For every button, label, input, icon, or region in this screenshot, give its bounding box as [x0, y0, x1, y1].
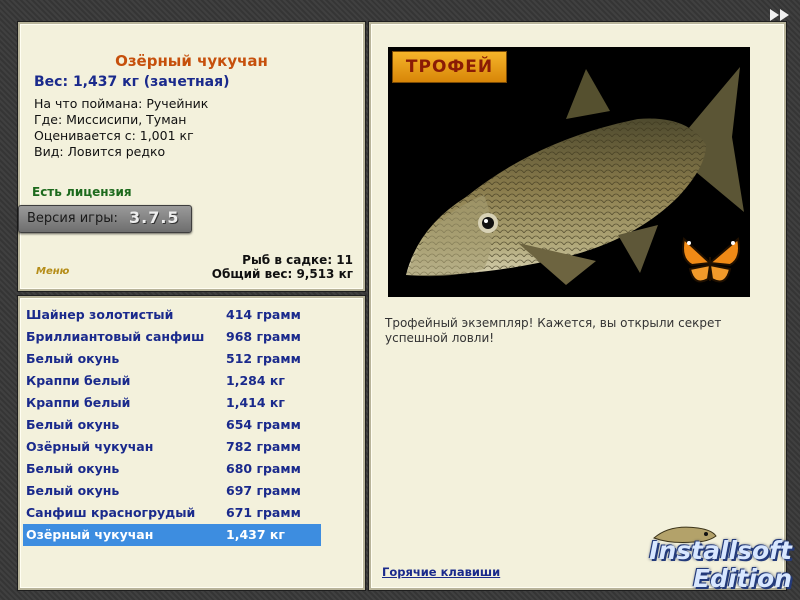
installsoft-logo: Installsoft Edition [628, 520, 800, 600]
list-item-selected[interactable]: Озёрный чукучан 1,437 кг [23, 524, 321, 546]
catch-weight: 680 грамм [226, 461, 301, 476]
list-item[interactable]: Шайнер золотистый 414 грамм [23, 304, 321, 326]
catch-name: Бриллиантовый санфиш [26, 329, 205, 344]
catch-name: Белый окунь [26, 351, 120, 366]
detail-location: Где: Миссисипи, Туман [34, 112, 187, 127]
fish-photo: ТРОФЕЙ [388, 47, 750, 297]
catch-name: Белый окунь [26, 483, 120, 498]
total-weight: Общий вес: 9,513 кг [211, 267, 353, 281]
version-badge: Версия игры: 3.7.5 [18, 205, 192, 233]
catch-list-panel: Шайнер золотистый 414 грамм Бриллиантовый … [18, 296, 365, 590]
list-item[interactable]: Белый окунь 512 грамм [23, 348, 321, 370]
trophy-label: ТРОФЕЙ [405, 57, 494, 77]
catch-weight: 968 грамм [226, 329, 301, 344]
catch-name: Краппи белый [26, 395, 131, 410]
catch-weight: 414 грамм [226, 307, 301, 322]
fish-weight: Вес: 1,437 кг (зачетная) [34, 74, 230, 90]
catch-name: Озёрный чукучан [26, 527, 154, 542]
catch-name: Белый окунь [26, 417, 120, 432]
list-item[interactable]: Краппи белый 1,414 кг [23, 392, 321, 414]
catch-weight: 1,284 кг [226, 373, 285, 388]
catch-weight: 782 грамм [226, 439, 301, 454]
catch-name: Краппи белый [26, 373, 131, 388]
list-item[interactable]: Краппи белый 1,284 кг [23, 370, 321, 392]
fish-count: Рыб в садке: 11 [242, 253, 353, 267]
detail-bait: На что поймана: Ручейник [34, 96, 209, 111]
detail-rarity: Вид: Ловится редко [34, 144, 166, 159]
catch-weight: 1,414 кг [226, 395, 285, 410]
trophy-badge: ТРОФЕЙ [392, 51, 507, 83]
list-item[interactable]: Белый окунь 680 грамм [23, 458, 321, 480]
fast-forward-icon[interactable] [768, 8, 792, 22]
catch-name: Санфиш красногрудый [26, 505, 196, 520]
logo-line1: Installsoft [649, 536, 792, 565]
fish-illustration [406, 67, 744, 285]
catch-weight: 654 грамм [226, 417, 301, 432]
catch-weight: 512 грамм [226, 351, 301, 366]
fish-photo-panel: ТРОФЕЙ Трофейный экземпляр! Кажется, вы … [369, 22, 786, 590]
detail-valuation: Оценивается с: 1,001 кг [34, 128, 194, 143]
logo-line2: Edition [692, 564, 792, 593]
catch-name: Озёрный чукучан [26, 439, 154, 454]
version-label: Версия игры: [27, 211, 118, 226]
catch-weight: 671 грамм [226, 505, 301, 520]
list-item[interactable]: Санфиш красногрудый 671 грамм [23, 502, 321, 524]
fish-name-title: Озёрный чукучан [115, 52, 268, 70]
license-status: Есть лицензия [32, 185, 132, 199]
fish-info-panel: Озёрный чукучан Вес: 1,437 кг (зачетная)… [18, 22, 365, 291]
version-value: 3.7.5 [129, 208, 180, 227]
catch-description: Трофейный экземпляр! Кажется, вы открыли… [385, 316, 722, 345]
list-item[interactable]: Бриллиантовый санфиш 968 грамм [23, 326, 321, 348]
catch-weight: 697 грамм [226, 483, 301, 498]
catch-name: Белый окунь [26, 461, 120, 476]
hotkeys-link[interactable]: Горячие клавиши [382, 565, 500, 579]
list-item[interactable]: Озёрный чукучан 782 грамм [23, 436, 321, 458]
menu-button[interactable]: Меню [36, 266, 69, 277]
catch-name: Шайнер золотистый [26, 307, 174, 322]
list-item[interactable]: Белый окунь 654 грамм [23, 414, 321, 436]
butterfly-icon [682, 237, 740, 283]
list-item[interactable]: Белый окунь 697 грамм [23, 480, 321, 502]
catch-weight: 1,437 кг [226, 527, 285, 542]
